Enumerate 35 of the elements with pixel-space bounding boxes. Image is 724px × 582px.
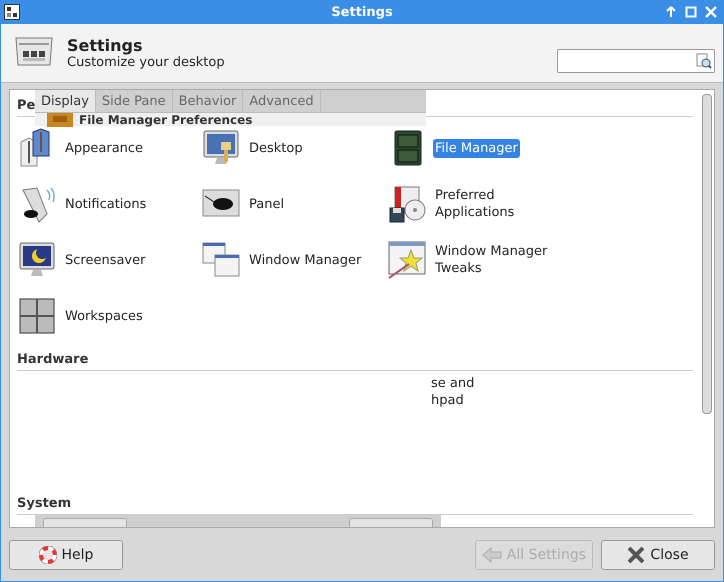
section-heading: Hardware (17, 352, 88, 367)
item-label[interactable]: Screensaver (63, 250, 148, 270)
section-heading: System (17, 496, 72, 511)
item-label[interactable]: Desktop (247, 138, 305, 158)
close-icon[interactable] (705, 6, 717, 18)
item-label[interactable]: Window Manager Tweaks (433, 242, 557, 278)
disk-icon[interactable] (387, 184, 427, 224)
maximize-icon[interactable] (685, 6, 697, 18)
roll-up-icon[interactable] (665, 6, 677, 18)
window-title: Settings (331, 4, 393, 20)
close-icon (627, 546, 646, 564)
item-label[interactable]: Preferred Applications (433, 186, 557, 222)
folder-icon (47, 113, 73, 127)
item-label[interactable]: Panel (247, 194, 286, 214)
item-label[interactable]: se and hpad (429, 374, 503, 410)
search-field[interactable] (557, 49, 715, 73)
grid-icon[interactable] (17, 296, 57, 336)
item-label[interactable]: Workspaces (63, 306, 145, 326)
back-arrow-icon (482, 546, 502, 564)
scrollbar-thumb[interactable] (702, 94, 712, 414)
footer-button[interactable]: Close (601, 540, 715, 570)
dialog-title: File Manager Preferences (79, 114, 252, 126)
item-label[interactable]: Notifications (63, 194, 148, 214)
section-heading: Pe (17, 98, 36, 113)
header-title: Settings (67, 36, 144, 55)
item-label[interactable]: File Manager (433, 138, 520, 158)
star-icon[interactable] (387, 240, 427, 280)
footer-button[interactable]: Help (9, 540, 123, 570)
search-icon[interactable] (696, 53, 712, 69)
header-subtitle: Customize your desktop (67, 55, 225, 70)
tab[interactable]: Display (35, 90, 96, 112)
item-label[interactable]: Appearance (63, 138, 146, 158)
item-label[interactable]: Window Manager (247, 250, 364, 270)
lifebuoy-icon (38, 546, 57, 564)
app-icon (4, 4, 20, 20)
